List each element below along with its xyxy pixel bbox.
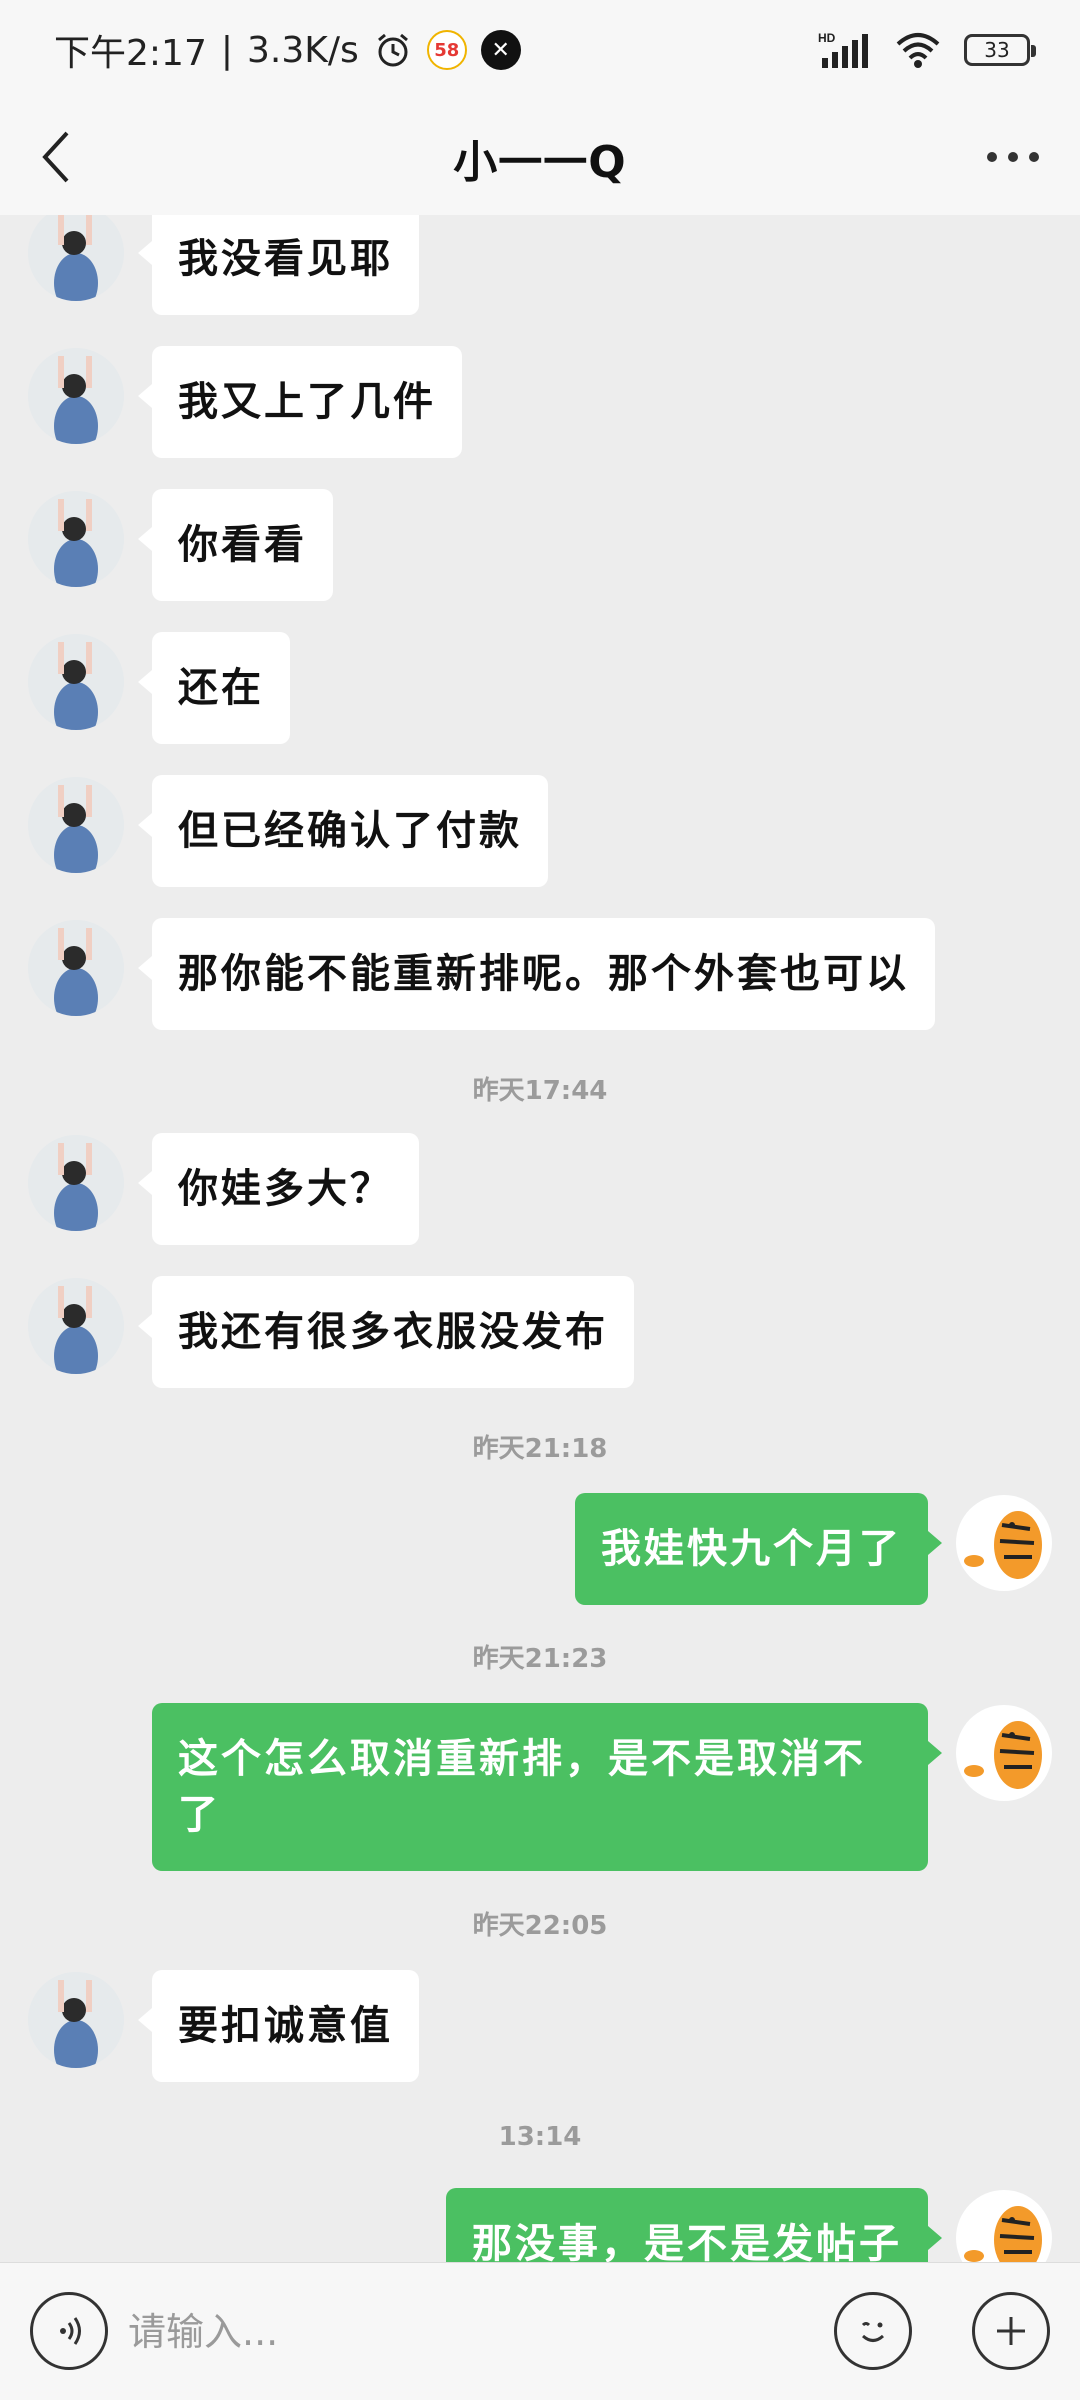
contact-avatar[interactable] (28, 920, 124, 1016)
message-bubble-sent[interactable]: 这个怎么取消重新排，是不是取消不了 (152, 1703, 942, 1871)
battery-level: 33 (984, 38, 1010, 62)
timestamp: 昨天21:18 (472, 1434, 608, 1464)
my-avatar[interactable] (956, 2190, 1052, 2262)
status-bar: 下午2:17 | 3.3K/s 58 ✕ HD 33 (0, 0, 1080, 100)
status-left: 下午2:17 | 3.3K/s 58 ✕ (54, 24, 521, 76)
message-bubble-received[interactable]: 你娃多大？ (138, 1133, 419, 1245)
my-avatar[interactable] (956, 1495, 1052, 1591)
timestamp: 13:14 (498, 2122, 582, 2152)
message-bubble-received[interactable]: 要扣诚意值 (138, 1970, 419, 2082)
message-bubble-received[interactable]: 但已经确认了付款 (138, 775, 548, 887)
back-button[interactable] (22, 122, 92, 192)
plus-icon (997, 2317, 1025, 2345)
status-time: 下午2:17 (54, 33, 207, 74)
alarm-icon (373, 30, 413, 70)
emoji-button[interactable] (834, 2292, 912, 2370)
contact-avatar[interactable] (28, 348, 124, 444)
plus-button[interactable] (972, 2292, 1050, 2370)
timestamp: 昨天22:05 (472, 1911, 608, 1941)
contact-avatar[interactable] (28, 1135, 124, 1231)
chat-area[interactable]: 我没看见耶 我又上了几件 你看看 还在 但已经确认了付款 那你能不能重新排呢。那… (0, 215, 1080, 2262)
message-input[interactable] (128, 2287, 808, 2377)
timestamp: 昨天17:44 (472, 1076, 608, 1106)
contact-avatar[interactable] (28, 777, 124, 873)
emoji-icon (861, 2322, 885, 2342)
message-bubble-received[interactable]: 我没看见耶 (138, 215, 419, 315)
message-bubble-received[interactable]: 你看看 (138, 489, 333, 601)
message-bubble-sent[interactable]: 我娃快九个月了 (575, 1493, 942, 1605)
message-bubble-received[interactable]: 那你能不能重新排呢。那个外套也可以 (138, 918, 935, 1030)
status-right: HD 33 (818, 30, 1036, 70)
chat-title: 小一一Q (453, 136, 627, 188)
voice-button[interactable] (30, 2292, 108, 2370)
more-button[interactable] (968, 122, 1058, 192)
battery-icon: 33 (964, 34, 1036, 66)
contact-avatar[interactable] (28, 491, 124, 587)
contact-avatar[interactable] (28, 1972, 124, 2068)
capcut-icon: ✕ (480, 30, 521, 70)
svg-text:HD: HD (818, 31, 836, 45)
signal-icon: HD (818, 30, 872, 70)
back-arrow-icon (42, 131, 69, 183)
wifi-icon (894, 30, 942, 70)
timestamp: 昨天21:23 (472, 1644, 608, 1674)
input-bar (0, 2262, 1080, 2400)
chat-header: 小一一Q (0, 100, 1080, 215)
network-speed: 3.3K/s (246, 29, 359, 71)
status-separator: | (220, 29, 233, 71)
message-bubble-received[interactable]: 我还有很多衣服没发布 (138, 1276, 634, 1388)
contact-avatar[interactable] (28, 634, 124, 730)
contact-avatar[interactable] (28, 215, 124, 301)
contact-avatar[interactable] (28, 1278, 124, 1374)
voice-icon (60, 2317, 81, 2345)
message-bubble-received[interactable]: 还在 (138, 632, 290, 744)
message-bubble-received[interactable]: 我又上了几件 (138, 346, 462, 458)
more-dots-icon (987, 152, 1039, 162)
message-bubble-sent[interactable]: 那没事，是不是发帖子 (446, 2188, 942, 2262)
my-avatar[interactable] (956, 1705, 1052, 1801)
app-58-icon: 58 (426, 30, 467, 70)
